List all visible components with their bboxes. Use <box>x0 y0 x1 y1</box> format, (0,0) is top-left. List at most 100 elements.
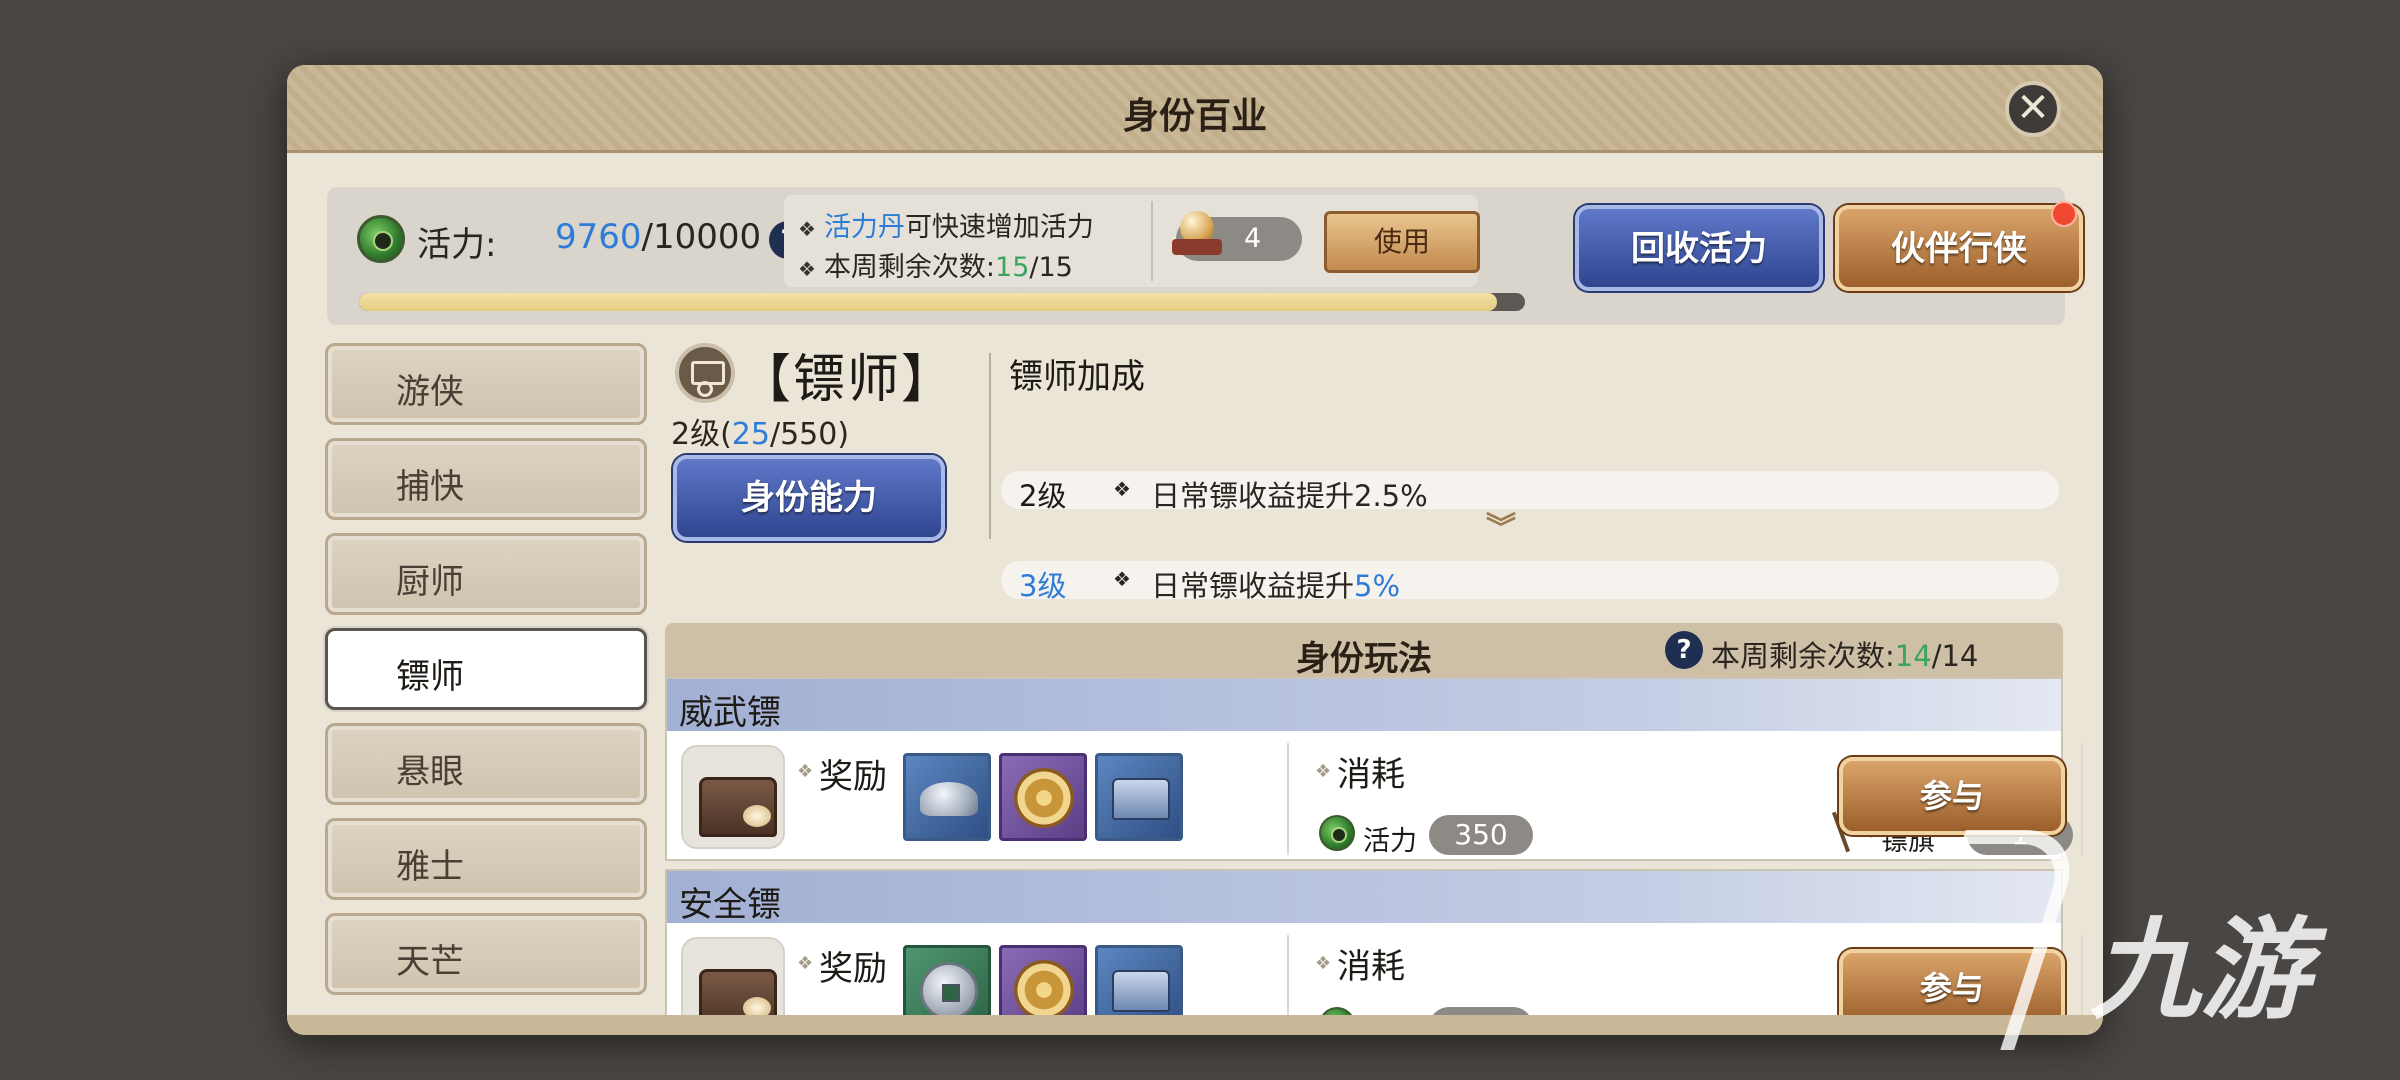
sidebar-item-biaoshi[interactable]: 镖师 <box>325 628 647 710</box>
vitality-label: 活力: <box>417 225 497 265</box>
card-name: 威武镖 <box>679 693 781 733</box>
tip-weekly-current: 15 <box>995 252 1030 283</box>
identity-dialog: 身份百业 ✕ 活力: 9760/10000 ? ❖ 活力丹可快速增加活力 ❖ 本周剩… <box>287 65 2103 1035</box>
sidebar-item-yashi[interactable]: 雅士 <box>325 818 647 900</box>
bonus-row-current: 2级 ❖ 日常镖收益提升2.5% <box>1001 471 2059 513</box>
cost-label: 消耗 <box>1337 755 1405 795</box>
bonus-level: 2级 <box>1019 479 1067 513</box>
vitality-current: 9760 <box>555 217 642 257</box>
role-level-prefix: 2级( <box>671 417 732 452</box>
card-banner: 安全镖 <box>667 871 2061 925</box>
cost-vitality-value: 350 <box>1429 815 1533 855</box>
role-level: 2级(25/550) <box>671 409 849 453</box>
vitality-max: /10000 <box>641 217 762 257</box>
reward-label: 奖励 <box>819 757 887 797</box>
tip-line-pill: ❖ 活力丹可快速增加活力 <box>798 205 1094 244</box>
escort-card-anquan: 安全镖 ❖ 奖励 ❖ 消耗 活力 350 参与 <box>665 869 2083 1035</box>
box-icon <box>1112 970 1170 1012</box>
partner-button[interactable]: 伙伴行侠 <box>1835 205 2083 291</box>
diamond-bullet-icon: ❖ <box>797 953 814 974</box>
diamond-bullet-icon: ❖ <box>1113 567 1131 591</box>
sidebar-item-xuanyan[interactable]: 悬眼 <box>325 723 647 805</box>
compass-icon <box>1014 768 1074 828</box>
compass-item[interactable] <box>999 753 1087 841</box>
bonus-row-next: 3级 ❖ 日常镖收益提升5% <box>1001 561 2059 603</box>
dialog-title: 身份百业 <box>1122 96 1267 137</box>
sidebar-item-label: 捕快 <box>396 467 464 507</box>
card-name: 安全镖 <box>679 885 781 925</box>
card-divider <box>1287 743 1289 855</box>
vitality-icon <box>357 215 405 263</box>
diamond-bullet-icon: ❖ <box>797 761 814 782</box>
role-name: 【镖师】 <box>739 350 956 410</box>
reward-label: 奖励 <box>819 949 887 989</box>
bonus-text-prefix: 日常镖收益提升 <box>1151 569 1355 603</box>
sidebar-item-label: 悬眼 <box>396 752 464 792</box>
vitality-progress-fill <box>359 293 1498 311</box>
diamond-bullet-icon: ❖ <box>798 217 816 241</box>
identity-ability-button[interactable]: 身份能力 <box>673 455 945 541</box>
sidebar-item-label: 厨师 <box>396 562 464 602</box>
role-exp-max: /550) <box>769 417 850 452</box>
close-button[interactable]: ✕ <box>2005 81 2061 137</box>
vitality-icon <box>1319 815 1355 851</box>
cart-icon <box>675 343 735 403</box>
pill-count: 4 <box>1244 223 1262 254</box>
silver-ingot-icon <box>920 782 978 816</box>
tip-pill-text: 可快速增加活力 <box>904 212 1094 243</box>
play-section-header: 身份玩法 ? 本周剩余次数:14/14 <box>665 623 2063 679</box>
vitality-tip-box: ❖ 活力丹可快速增加活力 ❖ 本周剩余次数:15/15 4 使用 <box>784 195 1480 287</box>
play-count-label: 本周剩余次数: <box>1711 639 1895 673</box>
bonus-text: 日常镖收益提升2.5% <box>1151 479 1428 513</box>
play-count-current: 14 <box>1894 639 1932 673</box>
bonus-title: 镖师加成 <box>1009 357 1145 397</box>
vitality-panel: 活力: 9760/10000 ? ❖活力丹可快速增加活力 ❖本周剩余次数:15/… <box>327 187 2083 325</box>
sidebar-item-chushi[interactable]: 厨师 <box>325 533 647 615</box>
cost-vitality-label: 活力 <box>1363 826 1417 857</box>
silver-ingot-item[interactable] <box>903 753 991 841</box>
tip-line-weekly: ❖ 本周剩余次数:15/15 <box>798 245 1073 284</box>
chest-item[interactable] <box>1095 753 1183 841</box>
role-exp-current: 25 <box>731 417 770 452</box>
cost-label: 消耗 <box>1337 947 1405 987</box>
vitality-pill-icon <box>1172 209 1222 259</box>
dialog-header: 身份百业 ✕ <box>287 65 2103 153</box>
coin-icon <box>920 962 978 1020</box>
role-divider <box>989 353 991 539</box>
box-icon <box>1112 778 1170 820</box>
card-banner: 威武镖 <box>667 679 2061 733</box>
dialog-footer <box>287 1015 2103 1035</box>
play-count-max: /14 <box>1931 639 1979 673</box>
compass-icon <box>1014 960 1074 1020</box>
bonus-level: 3级 <box>1019 569 1067 603</box>
diamond-bullet-icon: ❖ <box>798 257 816 281</box>
diamond-bullet-icon: ❖ <box>1113 477 1131 501</box>
sidebar-item-youxia[interactable]: 游侠 <box>325 343 647 425</box>
sidebar-item-tianmang[interactable]: 天芒 <box>325 913 647 995</box>
watermark-text: 九游 <box>2090 906 2310 1034</box>
join-button[interactable]: 参与 <box>1839 757 2065 835</box>
tip-divider <box>1151 201 1153 281</box>
play-help-icon[interactable]: ? <box>1665 631 1703 669</box>
recycle-vitality-button[interactable]: 回收活力 <box>1575 205 1823 291</box>
sidebar-item-label: 镖师 <box>396 657 464 697</box>
treasure-chest-icon <box>681 745 785 849</box>
bonus-text: 日常镖收益提升5% <box>1151 563 1400 605</box>
play-weekly-count: 本周剩余次数:14/14 <box>1711 633 1978 675</box>
sidebar-item-label: 游侠 <box>396 372 464 412</box>
bonus-value: 5% <box>1354 569 1401 603</box>
escort-card-weiwu: 威武镖 ❖ 奖励 ❖ 消耗 活力 350 镖旗 1 参与 <box>665 677 2083 861</box>
use-button[interactable]: 使用 <box>1324 211 1480 273</box>
tip-pill-name[interactable]: 活力丹 <box>824 212 905 243</box>
diamond-bullet-icon: ❖ <box>1315 953 1332 974</box>
sidebar-item-bukuai[interactable]: 捕快 <box>325 438 647 520</box>
vitality-value: 9760/10000 <box>555 217 761 257</box>
sidebar-item-label: 天芒 <box>396 942 464 982</box>
sidebar-item-label: 雅士 <box>396 847 464 887</box>
card-divider <box>2081 743 2083 855</box>
notification-dot <box>2051 201 2077 227</box>
diamond-bullet-icon: ❖ <box>1315 761 1332 782</box>
chevron-down-icon: ︾ <box>1486 511 1516 546</box>
tip-weekly-label: 本周剩余次数: <box>823 252 996 283</box>
vitality-progress-bar <box>359 293 1525 311</box>
